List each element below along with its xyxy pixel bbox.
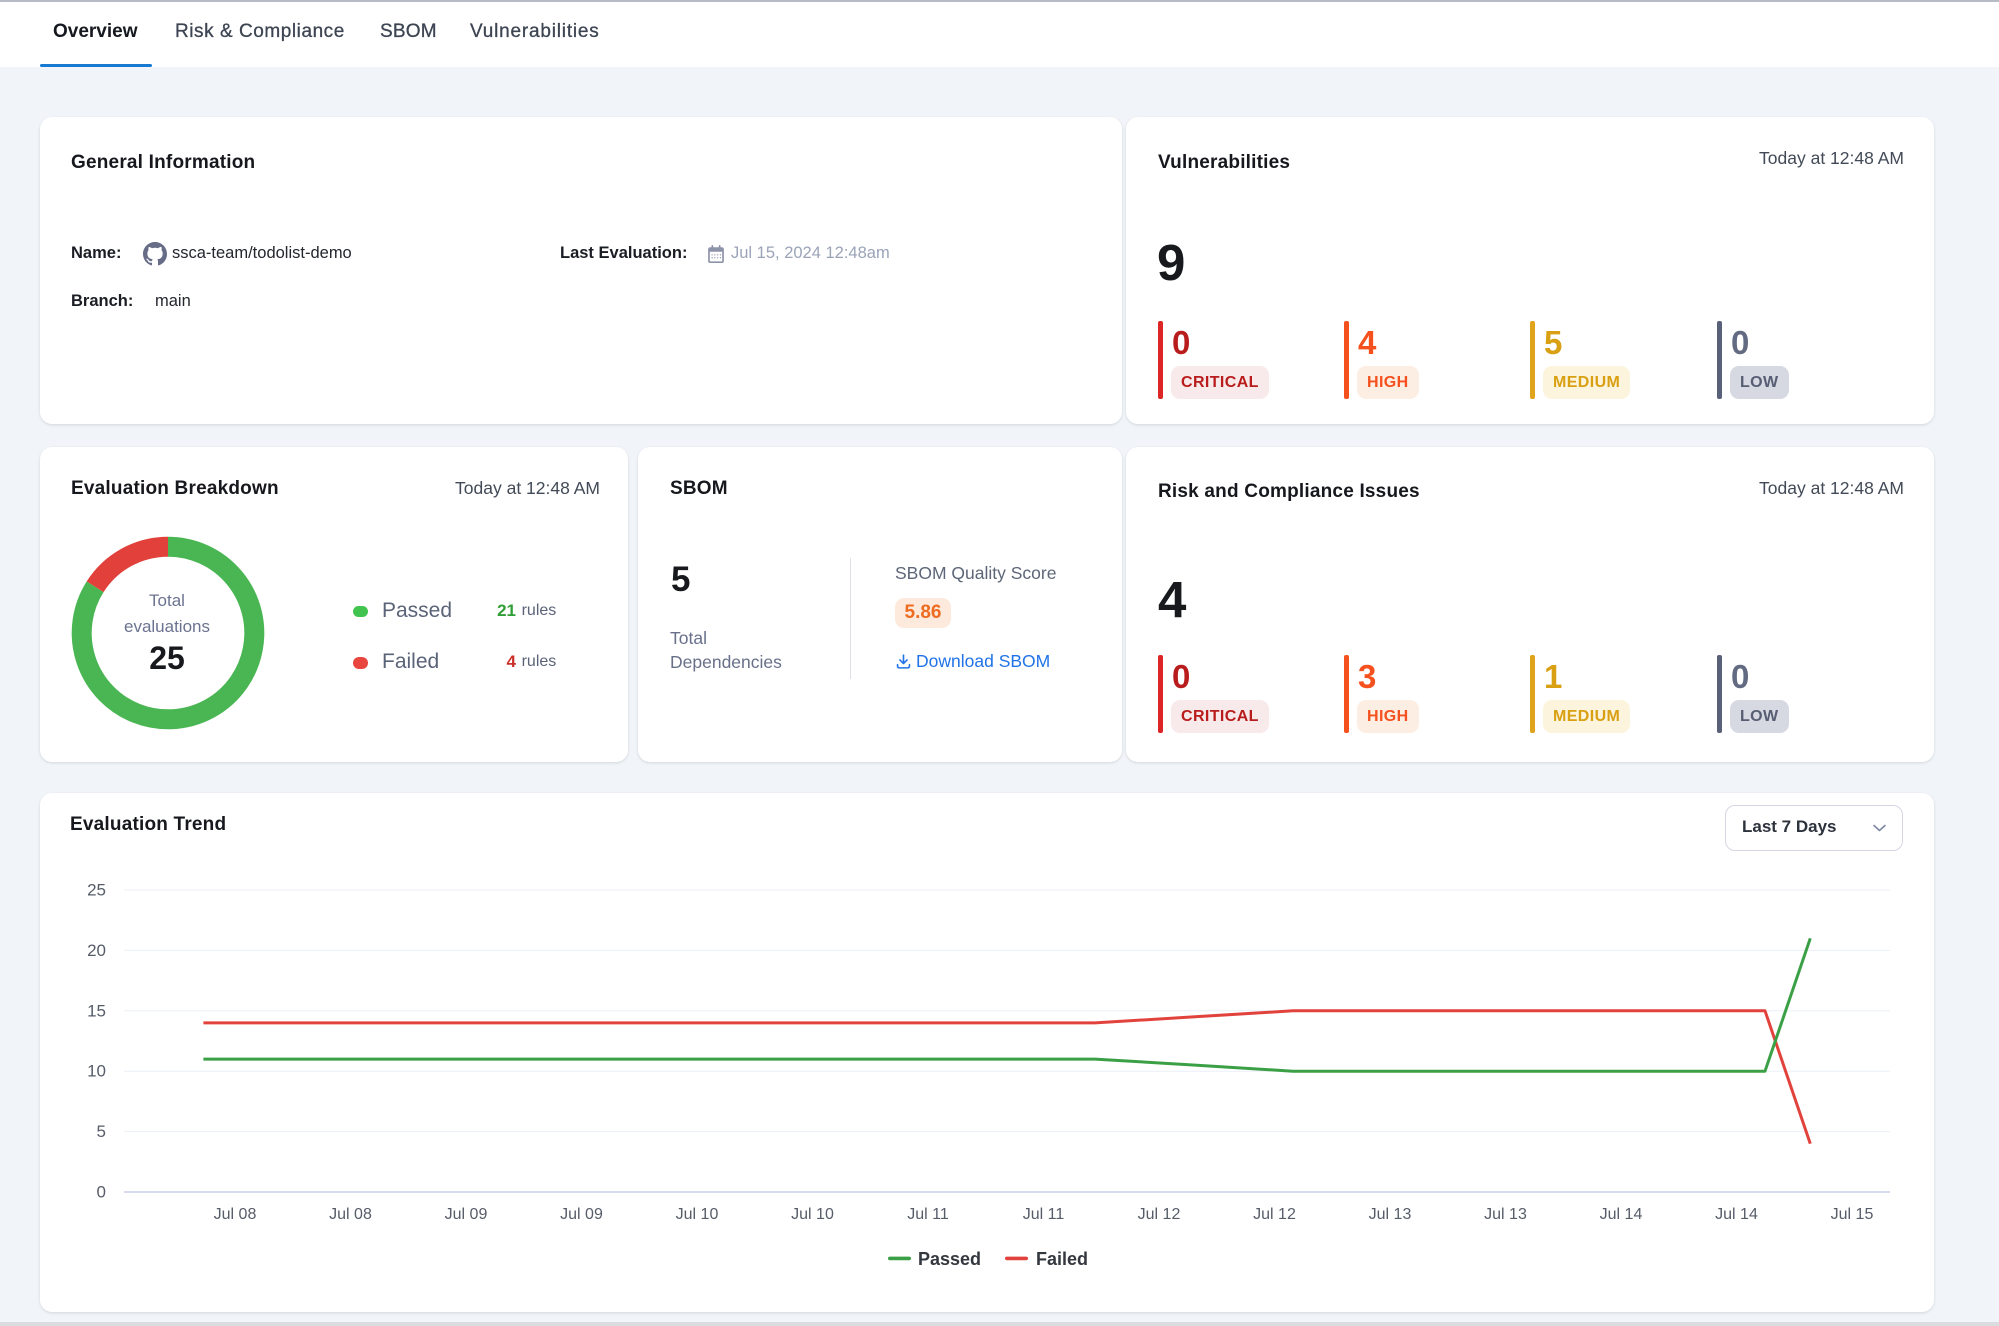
svg-text:Jul 12: Jul 12 bbox=[1253, 1206, 1296, 1223]
svg-text:Failed: Failed bbox=[1036, 1249, 1088, 1269]
svg-text:Jul 12: Jul 12 bbox=[1138, 1206, 1181, 1223]
svg-text:Jul 10: Jul 10 bbox=[791, 1206, 834, 1223]
svg-text:Jul 11: Jul 11 bbox=[907, 1206, 949, 1223]
svg-text:Jul 09: Jul 09 bbox=[445, 1206, 488, 1223]
svg-text:0: 0 bbox=[97, 1183, 106, 1202]
svg-text:10: 10 bbox=[87, 1062, 106, 1081]
svg-text:Jul 14: Jul 14 bbox=[1600, 1206, 1643, 1223]
svg-text:Jul 10: Jul 10 bbox=[676, 1206, 719, 1223]
svg-text:Jul 14: Jul 14 bbox=[1715, 1206, 1758, 1223]
svg-text:5: 5 bbox=[97, 1122, 106, 1141]
svg-text:Jul 15: Jul 15 bbox=[1831, 1206, 1874, 1223]
svg-text:Jul 13: Jul 13 bbox=[1484, 1206, 1527, 1223]
svg-text:Passed: Passed bbox=[918, 1249, 981, 1269]
svg-text:25: 25 bbox=[87, 881, 106, 900]
svg-text:Jul 08: Jul 08 bbox=[329, 1206, 372, 1223]
svg-text:Jul 08: Jul 08 bbox=[214, 1206, 257, 1223]
svg-text:Jul 11: Jul 11 bbox=[1023, 1206, 1065, 1223]
svg-text:15: 15 bbox=[87, 1001, 106, 1020]
svg-text:20: 20 bbox=[87, 941, 106, 960]
svg-text:Jul 09: Jul 09 bbox=[560, 1206, 603, 1223]
svg-text:Jul 13: Jul 13 bbox=[1369, 1206, 1412, 1223]
